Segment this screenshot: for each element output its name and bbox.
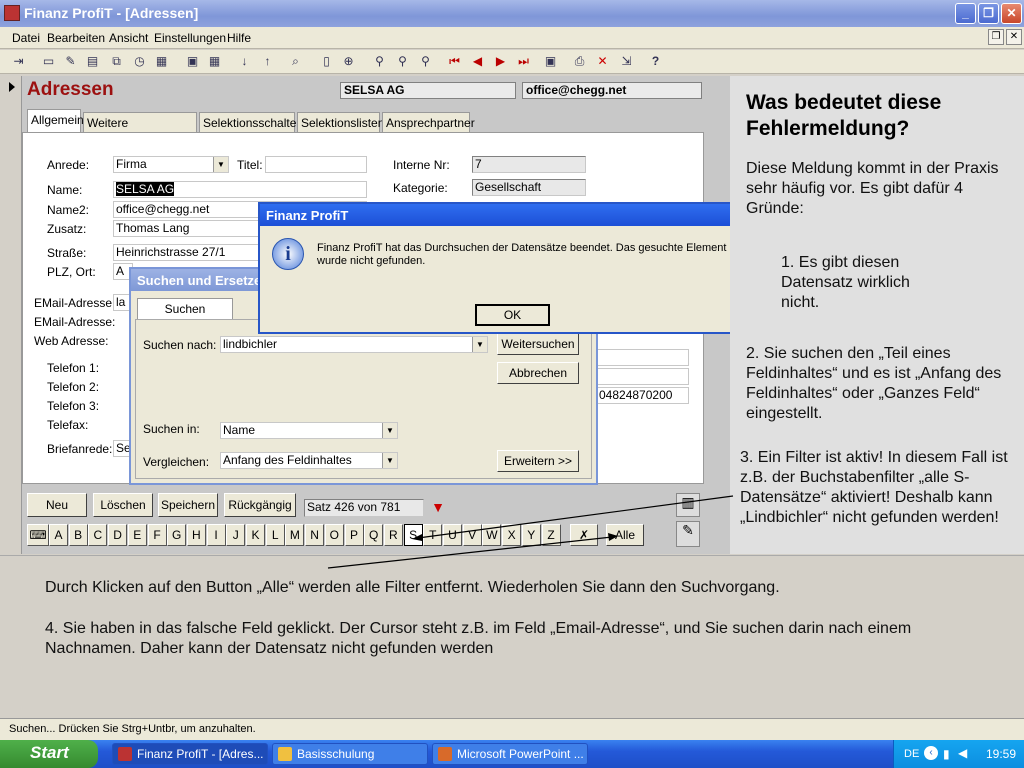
arrow-to-s-button — [417, 495, 734, 539]
app-icon — [118, 747, 132, 761]
status-text: Suchen... Drücken Sie Strg+Untbr, um anz… — [9, 723, 256, 735]
task-label: Basisschulung — [297, 747, 375, 761]
annotation-arrows — [327, 495, 734, 569]
task-powerpoint[interactable]: Microsoft PowerPoint ... — [432, 743, 588, 765]
start-label: Start — [30, 743, 69, 762]
language-indicator[interactable]: DE — [904, 748, 919, 760]
chevron-left-icon[interactable]: ‹ — [924, 746, 938, 760]
device-icon[interactable]: ▮ — [943, 747, 950, 761]
task-label: Microsoft PowerPoint ... — [457, 747, 584, 761]
task-label: Finanz ProfiT - [Adres... — [137, 747, 264, 761]
volume-icon[interactable]: ◀ — [958, 746, 967, 760]
folder-icon — [278, 747, 292, 761]
start-button[interactable]: Start — [0, 740, 98, 768]
clock: 19:59 — [986, 747, 1017, 761]
task-finanz-profit[interactable]: Finanz ProfiT - [Adres... — [112, 743, 268, 765]
taskbar: Start Finanz ProfiT - [Adres... Basissch… — [0, 740, 1024, 768]
powerpoint-icon — [438, 747, 452, 761]
arrow-to-alle-button — [327, 536, 613, 569]
status-bar: Suchen... Drücken Sie Strg+Untbr, um anz… — [0, 718, 1024, 740]
task-basisschulung[interactable]: Basisschulung — [272, 743, 428, 765]
arrowhead-s — [412, 534, 422, 541]
arrowhead-alle — [608, 533, 618, 541]
system-tray: DE ‹ ▮ ◀ 19:59 — [893, 740, 1024, 768]
